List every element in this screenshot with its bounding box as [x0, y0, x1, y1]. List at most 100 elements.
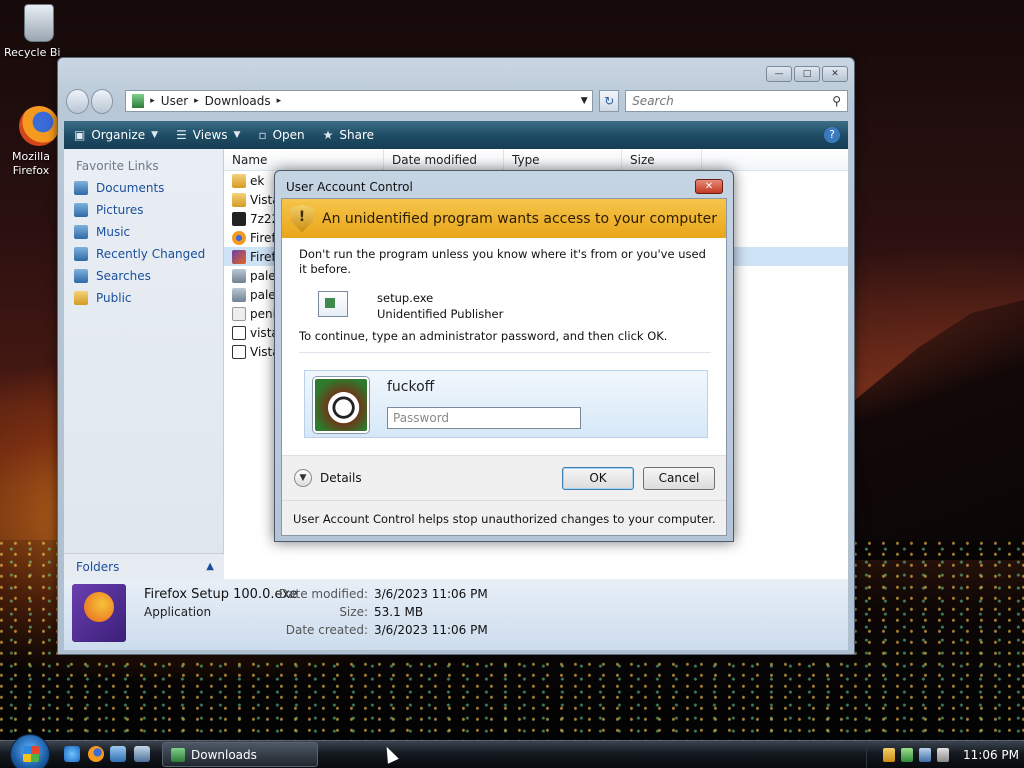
organize-icon: ▣	[74, 128, 86, 142]
address-dropdown-icon[interactable]: ▼	[576, 96, 592, 106]
uac-footer-note: User Account Control helps stop unauthor…	[293, 512, 716, 526]
setup-icon	[232, 344, 246, 359]
column-header-type[interactable]: Type	[504, 149, 622, 170]
nav-item-public[interactable]: Public	[74, 291, 223, 305]
volume-muted-icon[interactable]	[937, 747, 949, 762]
open-button[interactable]: ▫ Open	[258, 128, 304, 142]
nav-item-documents[interactable]: Documents	[74, 181, 223, 195]
views-button[interactable]: ☰ Views ▼	[176, 128, 240, 142]
share-button[interactable]: ★ Share	[323, 128, 374, 142]
taskbar-clock[interactable]: 11:06 PM	[963, 748, 1019, 762]
show-desktop-icon[interactable]	[110, 746, 126, 762]
chevron-up-icon: ▲	[206, 561, 214, 572]
pictures-icon	[74, 203, 88, 217]
close-button[interactable]: ✕	[822, 66, 848, 82]
desktop-icon-recycle-bin[interactable]: Recycle Bin	[4, 4, 74, 59]
cancel-button[interactable]: Cancel	[643, 467, 715, 490]
switch-windows-icon[interactable]	[134, 746, 150, 762]
uac-warning-text: Don't run the program unless you know wh…	[299, 247, 706, 276]
search-icon[interactable]: ⚲	[832, 94, 841, 108]
installer-icon	[232, 287, 246, 302]
windows-update-icon[interactable]	[901, 747, 913, 762]
search-box[interactable]: ⚲	[625, 90, 848, 112]
setup-icon	[232, 325, 246, 340]
file-name: Firef	[250, 249, 276, 264]
breadcrumb-downloads[interactable]: Downloads	[205, 94, 271, 108]
folders-toggle[interactable]: Folders ▲	[64, 553, 224, 579]
window-controls: — □ ✕	[766, 66, 848, 82]
folder-icon	[232, 173, 246, 188]
details-toggle[interactable]: ▼ Details	[294, 469, 362, 487]
nav-item-music[interactable]: Music	[74, 225, 223, 239]
details-date-created: 3/6/2023 11:06 PM	[374, 623, 488, 637]
back-button[interactable]	[66, 88, 89, 114]
chevron-down-icon: ▼	[233, 130, 241, 140]
organize-label: Organize	[91, 128, 146, 142]
file-name: pale	[250, 287, 276, 302]
taskbar: Downloads 11:06 PM	[0, 734, 1024, 768]
address-row: ▸ User ▸ Downloads ▸ ▼ ↻ ⚲	[66, 88, 848, 114]
breadcrumb-chevron-icon[interactable]: ▸	[194, 96, 199, 106]
maximize-button[interactable]: □	[794, 66, 820, 82]
ok-button[interactable]: OK	[562, 467, 634, 490]
divider	[282, 500, 726, 501]
column-headers: Name Date modified Type Size	[224, 149, 848, 171]
firefox-setup-icon	[232, 249, 246, 264]
password-field[interactable]	[387, 407, 581, 429]
address-bar[interactable]: ▸ User ▸ Downloads ▸ ▼	[125, 90, 594, 112]
column-header-name[interactable]: Name	[224, 149, 384, 170]
chevron-down-icon: ▼	[151, 130, 159, 140]
start-button[interactable]	[10, 734, 50, 768]
views-label: Views	[192, 128, 228, 142]
file-icon	[232, 306, 246, 321]
share-label: Share	[339, 128, 375, 142]
help-icon[interactable]: ?	[824, 127, 840, 143]
nav-item-recently-changed[interactable]: Recently Changed	[74, 247, 223, 261]
organize-button[interactable]: ▣ Organize ▼	[74, 128, 158, 142]
details-size: 53.1 MB	[374, 605, 424, 619]
views-icon: ☰	[176, 128, 187, 142]
nav-item-searches[interactable]: Searches	[74, 269, 223, 283]
refresh-button[interactable]: ↻	[599, 90, 620, 112]
uac-title: User Account Control	[286, 180, 413, 194]
column-header-size[interactable]: Size	[622, 149, 702, 170]
uac-continue-text: To continue, type an administrator passw…	[299, 329, 668, 343]
firefox-icon	[19, 106, 59, 146]
nav-item-label: Documents	[96, 181, 165, 195]
column-header-date-modified[interactable]: Date modified	[384, 149, 504, 170]
taskbar-button-label: Downloads	[191, 747, 257, 762]
folder-icon	[232, 192, 246, 207]
close-button[interactable]: ✕	[695, 179, 723, 194]
searches-icon	[74, 269, 88, 283]
minimize-button[interactable]: —	[766, 66, 792, 82]
credential-tile[interactable]: fuckoff	[304, 370, 708, 438]
recently-changed-icon	[74, 247, 88, 261]
breadcrumb-chevron-icon[interactable]: ▸	[150, 96, 155, 106]
nav-item-pictures[interactable]: Pictures	[74, 203, 223, 217]
chevron-down-icon: ▼	[294, 469, 312, 487]
details-date-modified: 3/6/2023 11:06 PM	[374, 587, 488, 601]
breadcrumb-chevron-icon[interactable]: ▸	[277, 96, 282, 106]
favorite-links-title: Favorite Links	[76, 159, 159, 173]
nav-item-label: Music	[96, 225, 131, 239]
breadcrumb-user[interactable]: User	[161, 94, 188, 108]
search-input[interactable]	[632, 94, 833, 108]
forward-button[interactable]	[90, 88, 114, 114]
network-icon[interactable]	[919, 747, 931, 762]
nav-item-label: Pictures	[96, 203, 144, 217]
folders-label: Folders	[76, 559, 120, 574]
system-tray: 11:06 PM	[866, 741, 1024, 768]
details-size-label: Size:	[339, 605, 368, 619]
details-date-created-label: Date created:	[285, 623, 368, 637]
public-folder-icon	[74, 291, 88, 305]
file-name: ek	[250, 173, 265, 188]
firefox-icon[interactable]	[88, 746, 104, 762]
nav-item-label: Recently Changed	[96, 247, 206, 261]
nav-item-label: Searches	[96, 269, 151, 283]
folder-icon	[171, 747, 185, 762]
security-shield-icon[interactable]	[883, 747, 895, 762]
user-name: fuckoff	[387, 379, 435, 395]
internet-explorer-icon[interactable]	[64, 746, 80, 762]
taskbar-button-downloads[interactable]: Downloads	[162, 742, 318, 767]
divider	[299, 352, 711, 353]
